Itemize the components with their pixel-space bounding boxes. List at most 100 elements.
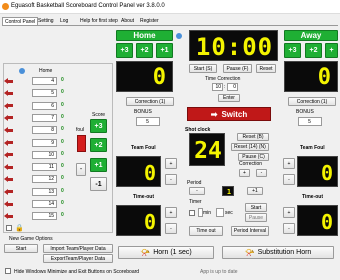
shot-clock-display: 24 [189, 133, 225, 166]
player-number[interactable]: 7 [32, 113, 57, 122]
switch-button[interactable]: ➡ Switch [187, 107, 271, 121]
tab-setting[interactable]: Setting [36, 17, 56, 25]
timer-label: Timer [189, 199, 202, 205]
player-number[interactable]: 5 [32, 89, 57, 98]
timer-interval-button[interactable]: Period Interval [231, 226, 269, 236]
player-foul-arrow-icon[interactable] [4, 78, 13, 84]
player-foul-count: 0 [61, 187, 64, 194]
timer-checkbox[interactable] [189, 210, 195, 216]
away-foul-minus-button[interactable]: - [283, 174, 295, 185]
player-foul-arrow-icon[interactable] [4, 188, 13, 195]
panel-minus1-button[interactable]: -1 [90, 177, 107, 191]
player-foul-arrow-icon[interactable] [4, 213, 13, 220]
player-foul-arrow-icon[interactable] [4, 164, 13, 171]
player-number[interactable]: 10 [32, 150, 57, 159]
player-list: 4 0 5 0 6 0 7 0 8 0 9 0 10 0 11 0 12 0 13 0 14 0 15 0 [4, 76, 80, 226]
import-button[interactable]: Import Team/Player Data [43, 244, 113, 253]
tab-control-panel[interactable]: Control Panel [2, 17, 39, 25]
away-correction-button[interactable]: Correction (1) [288, 97, 336, 106]
switch-arrow-icon: ➡ [210, 109, 218, 119]
panel-minus-button[interactable]: - [76, 163, 86, 176]
substitution-horn-button[interactable]: 📯 Substitution Horn [222, 246, 334, 259]
player-number[interactable]: 15 [32, 212, 57, 221]
player-row: 11 0 [4, 162, 80, 172]
timer-pause-button[interactable]: Pause [245, 213, 267, 222]
period-plus1-button[interactable]: +1 [247, 187, 263, 195]
player-number[interactable]: 12 [32, 175, 57, 184]
home-timeout-plus-button[interactable]: + [165, 207, 177, 218]
time-correction-min[interactable]: 10 [212, 83, 223, 91]
clock-enter-button[interactable]: Enter [218, 94, 240, 102]
menu-about[interactable]: About [119, 17, 136, 25]
player-number[interactable]: 11 [32, 163, 57, 172]
away-plus1-button[interactable]: + [325, 43, 338, 58]
menu-help[interactable]: Help for first step [78, 17, 120, 25]
player-foul-count: 0 [61, 113, 64, 120]
home-timeout-minus-button[interactable]: - [165, 223, 177, 234]
game-clock-time: 10:00 [195, 32, 274, 61]
player-foul-arrow-icon[interactable] [4, 114, 13, 121]
player-foul-arrow-icon[interactable] [4, 201, 13, 207]
shot-minus-button[interactable]: - [256, 169, 267, 177]
shot-pause-button[interactable]: Pause (C) [238, 153, 269, 161]
player-foul-arrow-icon[interactable] [4, 90, 13, 97]
hide-buttons-label: Hide Windows Minimize and Exit Buttons o… [14, 269, 140, 275]
home-foul-minus-button[interactable]: - [165, 174, 177, 185]
away-timeout-minus-button[interactable]: - [283, 223, 295, 234]
panel-plus1-button[interactable]: +1 [90, 158, 107, 172]
home-bonus-input[interactable]: 5 [136, 117, 160, 126]
panel-plus2-button[interactable]: +2 [90, 138, 107, 152]
clock-pause-button[interactable]: Pause (F) [223, 64, 252, 73]
timer-timeout-button[interactable]: Time out [189, 226, 223, 236]
player-row: 14 0 [4, 199, 80, 209]
clock-reset-button[interactable]: Reset [256, 64, 276, 73]
home-correction-button[interactable]: Correction (1) [126, 97, 174, 106]
export-button[interactable]: ExportTeam/Player Data [43, 254, 113, 263]
player-foul-arrow-icon[interactable] [4, 151, 13, 158]
away-foul-plus-button[interactable]: + [283, 158, 295, 169]
away-team-foul-display: 0 [297, 156, 338, 187]
player-foul-arrow-icon[interactable] [4, 176, 13, 183]
shot-plus-button[interactable]: + [239, 169, 250, 177]
panel-info-icon[interactable] [19, 68, 25, 74]
player-number[interactable]: 8 [32, 126, 57, 135]
tab-log[interactable]: Log [58, 17, 70, 25]
period-minus-button[interactable]: - [189, 187, 205, 195]
away-timeout-plus-button[interactable]: + [283, 207, 295, 218]
timer-start-button[interactable]: Start [245, 203, 267, 212]
clock-start-button[interactable]: Start (S) [189, 64, 217, 73]
home-info-icon[interactable] [176, 33, 182, 39]
shot-reset-b-button[interactable]: Reset (B) [237, 133, 269, 141]
player-select-checkbox[interactable] [6, 225, 12, 231]
player-row: 12 0 [4, 174, 80, 184]
horn-icon: 📯 [140, 248, 151, 257]
away-plus3-button[interactable]: +3 [284, 43, 301, 58]
player-number[interactable]: 9 [32, 138, 57, 147]
shot-reset-14-button[interactable]: Reset (14) (N) [231, 143, 269, 151]
player-number[interactable]: 4 [32, 77, 57, 85]
horn-button[interactable]: 📯 Horn (1 sec) [118, 246, 214, 259]
player-foul-arrow-icon[interactable] [4, 102, 13, 109]
game-start-button[interactable]: Start [4, 244, 38, 253]
timer-min-label: min [203, 210, 212, 216]
away-bonus-input[interactable]: 5 [298, 117, 322, 126]
menu-register[interactable]: Register [138, 17, 161, 25]
panel-plus3-button[interactable]: +3 [90, 119, 107, 133]
player-number[interactable]: 6 [32, 101, 57, 110]
player-foul-count: 0 [61, 175, 64, 182]
home-title: Home [116, 30, 173, 41]
player-number[interactable]: 14 [32, 200, 57, 208]
foul-red-button[interactable] [77, 135, 86, 152]
away-plus2-button[interactable]: +2 [305, 43, 322, 58]
time-correction-sec[interactable]: 0 [227, 83, 238, 91]
home-plus1-button[interactable]: +1 [156, 43, 173, 58]
home-plus2-button[interactable]: +2 [136, 43, 153, 58]
home-plus3-button[interactable]: +3 [116, 43, 133, 58]
timer-sec-input[interactable] [216, 208, 224, 217]
player-foul-arrow-icon[interactable] [4, 127, 13, 134]
hide-buttons-checkbox[interactable] [5, 268, 11, 274]
home-foul-plus-button[interactable]: + [165, 158, 177, 169]
player-number[interactable]: 13 [32, 187, 57, 196]
away-timeout-display: 0 [297, 205, 338, 236]
player-foul-arrow-icon[interactable] [4, 139, 13, 146]
